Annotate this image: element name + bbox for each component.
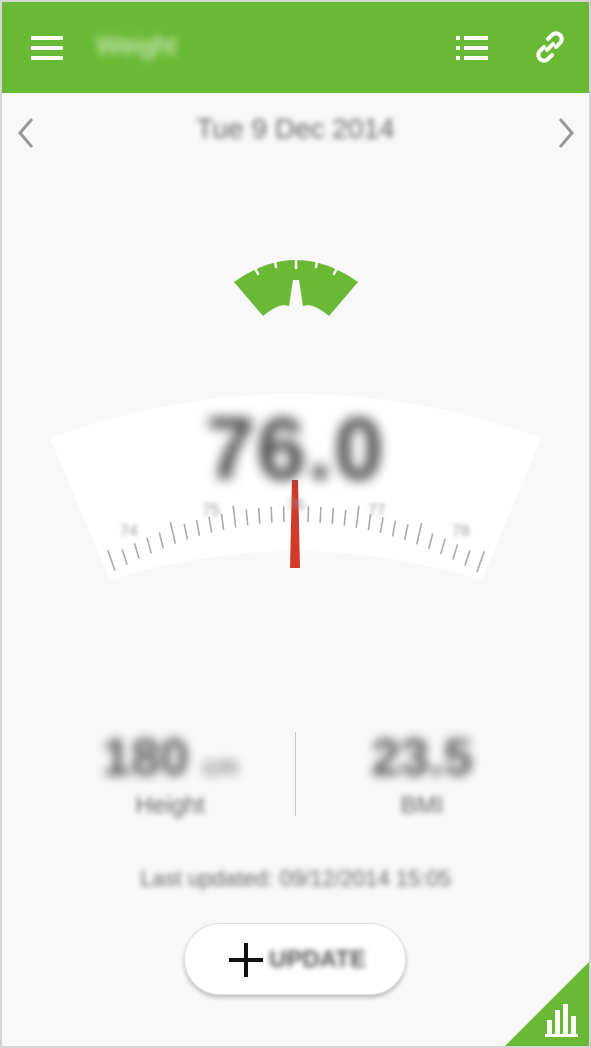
bmi-label: BMI — [400, 792, 444, 819]
app-title: Weight — [96, 30, 177, 60]
scale-label: 74 — [120, 523, 138, 540]
height-stat[interactable]: 180 cm Height — [50, 728, 290, 820]
selected-date[interactable]: Tue 9 Dec 2014 — [0, 113, 591, 145]
height-value-wrap: 180 cm — [50, 728, 290, 788]
height-unit: cm — [203, 751, 238, 781]
trends-tab[interactable] — [503, 960, 591, 1048]
stats-divider — [295, 732, 296, 816]
scale-label: 77 — [368, 502, 386, 519]
app-bar: Weight — [0, 0, 591, 93]
scale-label: 76 — [287, 497, 305, 514]
scale-gauge-icon — [234, 257, 358, 316]
height-value: 180 — [102, 729, 189, 787]
scale-tick — [319, 506, 322, 523]
list-icon[interactable] — [456, 36, 488, 60]
last-updated-text: Last updated: 09/12/2014 15:05 — [140, 866, 451, 891]
bmi-stat[interactable]: 23.5 BMI — [302, 728, 542, 820]
update-button-label: UPDATE — [269, 946, 366, 973]
height-label: Height — [135, 792, 205, 819]
chevron-right-icon[interactable] — [554, 115, 578, 151]
hamburger-menu-icon[interactable] — [31, 36, 63, 60]
plus-icon — [229, 943, 263, 977]
scale-tick — [257, 507, 261, 524]
scale-label: 78 — [452, 523, 470, 540]
weight-value: 76.0 — [205, 399, 386, 498]
link-icon[interactable] — [532, 29, 568, 65]
update-button[interactable]: UPDATE — [184, 923, 406, 995]
scale-label: 75 — [202, 502, 220, 519]
scale-tick — [270, 506, 273, 523]
bmi-value: 23.5 — [371, 729, 473, 787]
scale-tick — [331, 508, 335, 525]
